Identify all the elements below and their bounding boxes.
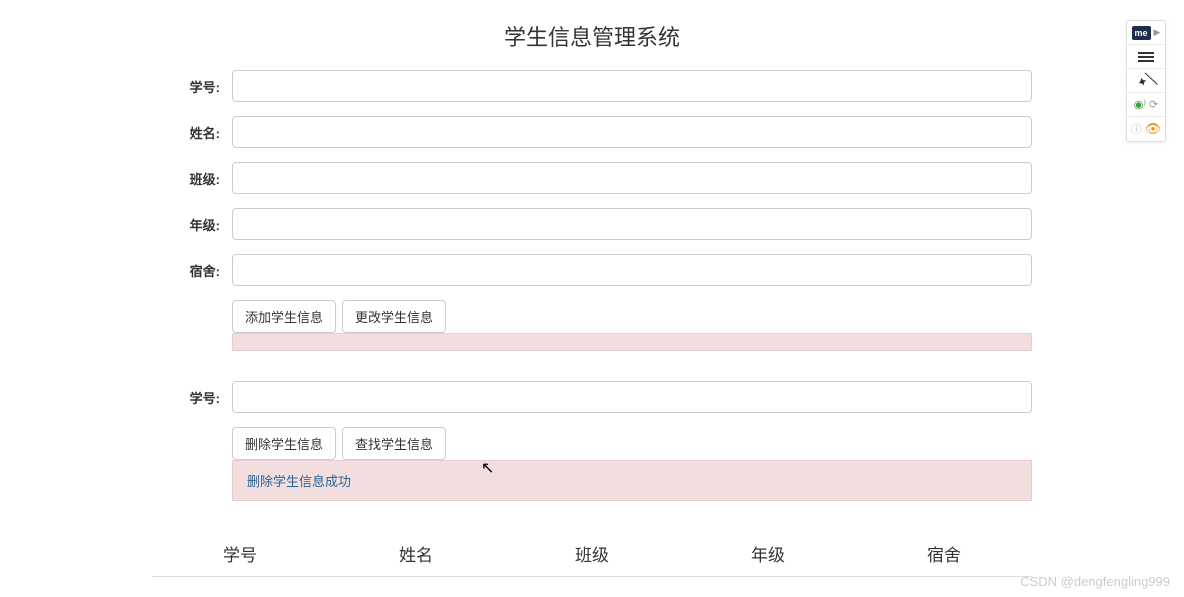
eye-icon: 👁 <box>1145 121 1162 137</box>
form1-alert <box>232 333 1032 351</box>
form2-alert: 删除学生信息成功 <box>232 460 1032 501</box>
input-student-class[interactable] <box>232 162 1032 194</box>
th-grade: 年级 <box>680 531 856 577</box>
chevron-right-icon: ▶ <box>1154 27 1161 38</box>
input-student-dorm[interactable] <box>232 254 1032 286</box>
page-title: 学生信息管理系统 <box>152 20 1032 52</box>
add-button[interactable]: 添加学生信息 <box>232 300 336 333</box>
label-student-name: 姓名: <box>152 123 232 142</box>
toolbar-wand[interactable]: ✦╲ <box>1127 69 1165 93</box>
label-student-id: 学号: <box>152 77 232 96</box>
results-table: 学号 姓名 班级 年级 宿舍 <box>152 531 1032 577</box>
input-search-id[interactable] <box>232 381 1032 413</box>
refresh-icon: ⟳ <box>1149 98 1158 111</box>
search-button[interactable]: 查找学生信息 <box>342 427 446 460</box>
menu-icon <box>1138 52 1154 62</box>
input-student-grade[interactable] <box>232 208 1032 240</box>
update-button[interactable]: 更改学生信息 <box>342 300 446 333</box>
th-name: 姓名 <box>328 531 504 577</box>
toolbar-menu[interactable] <box>1127 45 1165 69</box>
label-student-grade: 年级: <box>152 215 232 234</box>
wand-icon: ✦╲ <box>1134 70 1157 91</box>
info-icon: ⓘ <box>1131 121 1142 137</box>
me-badge-icon: me <box>1132 26 1151 40</box>
input-student-name[interactable] <box>232 116 1032 148</box>
toolbar-cast-refresh[interactable]: ◉⁾ ⟳ <box>1127 93 1165 117</box>
table-header-row: 学号 姓名 班级 年级 宿舍 <box>152 531 1032 577</box>
toolbar-me[interactable]: me ▶ <box>1127 21 1165 45</box>
th-class: 班级 <box>504 531 680 577</box>
watermark: CSDN @dengfengling999 <box>1020 574 1170 589</box>
input-student-id[interactable] <box>232 70 1032 102</box>
label-search-id: 学号: <box>152 388 232 407</box>
cast-icon: ◉⁾ <box>1134 98 1146 111</box>
form2-alert-message: 删除学生信息成功 <box>247 474 351 489</box>
th-dorm: 宿舍 <box>856 531 1032 577</box>
label-student-dorm: 宿舍: <box>152 261 232 280</box>
label-student-class: 班级: <box>152 169 232 188</box>
dev-toolbar[interactable]: me ▶ ✦╲ ◉⁾ ⟳ ⓘ 👁 <box>1126 20 1166 142</box>
toolbar-info-eye[interactable]: ⓘ 👁 <box>1127 117 1165 141</box>
th-id: 学号 <box>152 531 328 577</box>
delete-button[interactable]: 删除学生信息 <box>232 427 336 460</box>
